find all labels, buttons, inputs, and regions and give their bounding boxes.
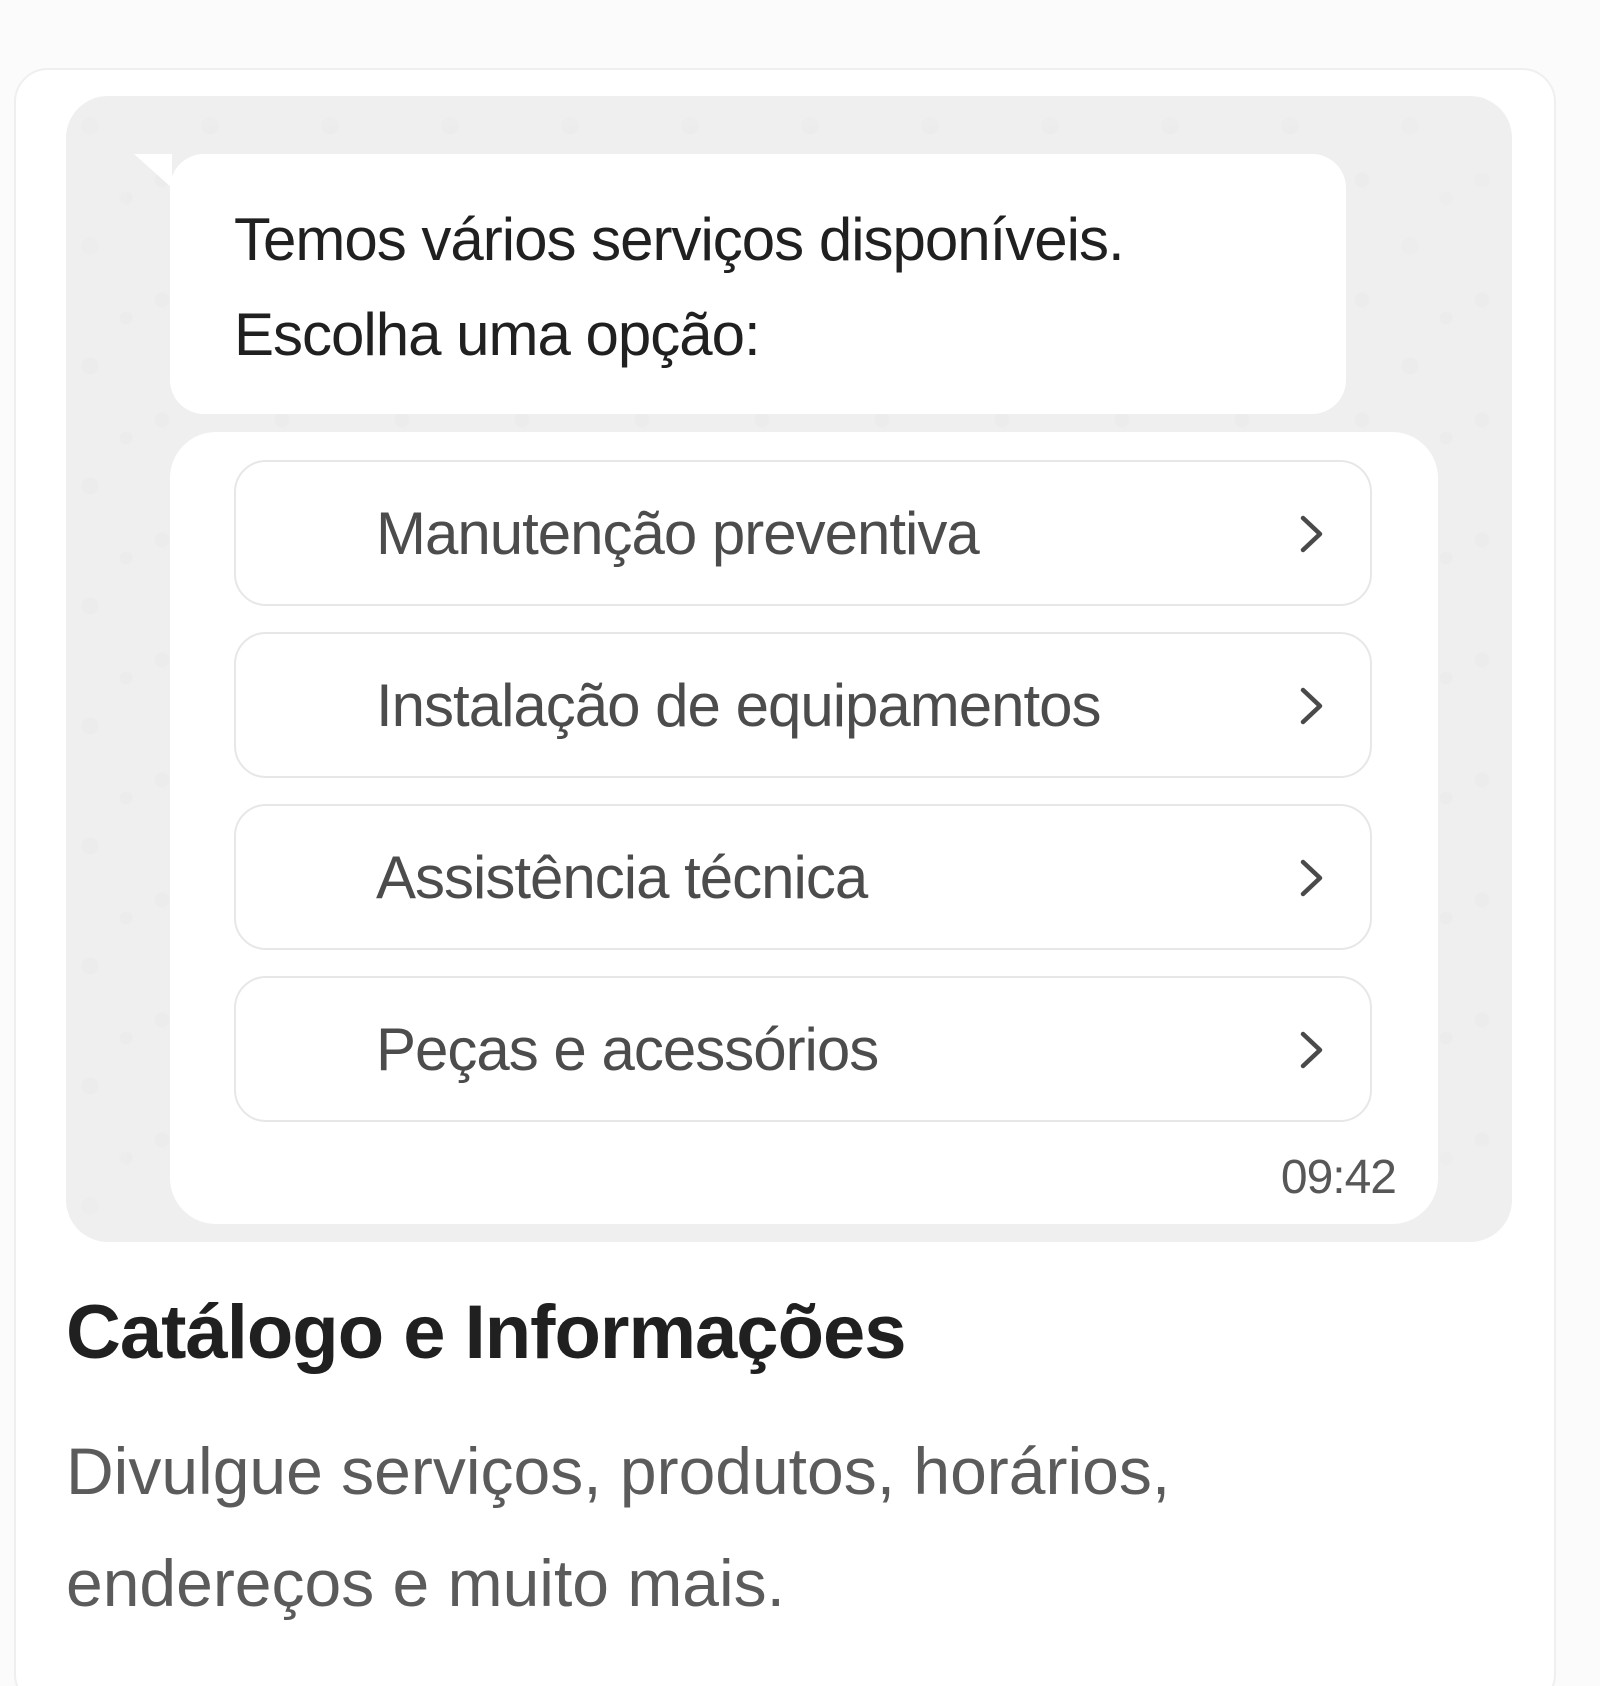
chevron-right-icon bbox=[1300, 687, 1323, 725]
service-option-label: Assistência técnica bbox=[376, 844, 868, 911]
page: Temos vários serviços disponíveis. Escol… bbox=[0, 0, 1600, 1686]
service-option-assistencia-tecnica[interactable]: Assistência técnica bbox=[234, 804, 1372, 950]
service-option-manutencao-preventiva[interactable]: Manutenção preventiva bbox=[234, 460, 1372, 606]
chevron-right-icon bbox=[1300, 1031, 1323, 1069]
service-option-instalacao-equipamentos[interactable]: Instalação de equipamentos bbox=[234, 632, 1372, 778]
service-option-label: Instalação de equipamentos bbox=[376, 672, 1102, 739]
service-option-label: Manutenção preventiva bbox=[376, 500, 980, 567]
card-title: Catálogo e Informações bbox=[66, 1290, 907, 1375]
chevron-right-icon bbox=[1300, 859, 1323, 897]
chevron-right-icon bbox=[1300, 515, 1323, 553]
card-description: Divulgue serviços, produtos, horários, e… bbox=[66, 1434, 1171, 1620]
chat-preview: Temos vários serviços disponíveis. Escol… bbox=[66, 96, 1512, 1242]
service-options-panel: Manutenção preventiva Instalação de equi… bbox=[170, 432, 1438, 1224]
feature-card: Temos vários serviços disponíveis. Escol… bbox=[14, 68, 1556, 1686]
service-option-pecas-acessorios[interactable]: Peças e acessórios bbox=[234, 976, 1372, 1122]
service-option-label: Peças e acessórios bbox=[376, 1016, 879, 1083]
message-timestamp: 09:42 bbox=[1280, 1151, 1397, 1204]
message-bubble-tail bbox=[134, 154, 172, 188]
incoming-message-bubble: Temos vários serviços disponíveis. Escol… bbox=[134, 154, 1346, 414]
message-text: Temos vários serviços disponíveis. Escol… bbox=[234, 206, 1125, 368]
